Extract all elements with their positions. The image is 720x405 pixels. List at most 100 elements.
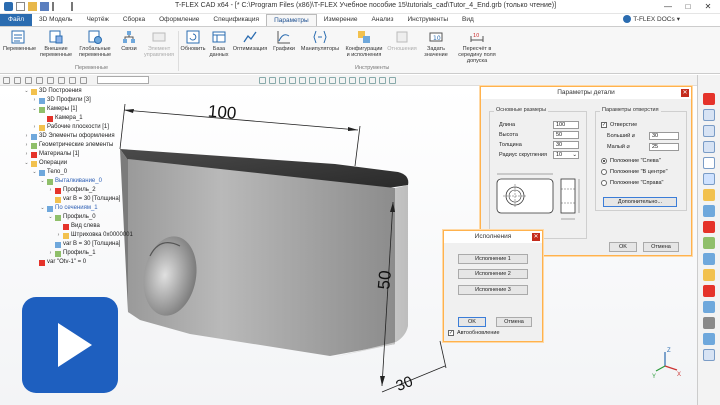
expand-arrow-icon[interactable] [56, 224, 61, 229]
height-input[interactable]: 50 [553, 131, 579, 139]
close-button[interactable]: ✕ [698, 0, 718, 14]
graphs-button[interactable]: Графики [272, 30, 296, 52]
close-icon[interactable]: ✕ [681, 89, 689, 97]
tree-node[interactable]: ⌄ Выталкивание_0 [40, 177, 102, 186]
section-icon[interactable] [349, 76, 356, 84]
tree-filter-combo[interactable] [97, 76, 149, 84]
execution-2-button[interactable]: Исполнение 2 [458, 269, 528, 279]
zoom-fit-icon[interactable] [703, 141, 715, 153]
tab-view[interactable]: Вид [455, 14, 481, 26]
fillet-radius-select[interactable]: 10 ⌄ [553, 151, 579, 159]
layers-icon[interactable] [703, 237, 715, 249]
play-button[interactable] [22, 297, 118, 393]
position-center-radio[interactable] [601, 169, 607, 175]
tree-node[interactable]: › 3D Элементы оформления [24, 132, 115, 141]
tab-assembly[interactable]: Сборка [116, 14, 152, 26]
length-input[interactable]: 100 [553, 121, 579, 129]
tree-refresh-icon[interactable] [58, 76, 65, 84]
execution-1-button[interactable]: Исполнение 1 [458, 254, 528, 264]
refresh-button[interactable]: Обновить [180, 30, 206, 52]
control-element-button[interactable]: Элемент управления [144, 30, 174, 58]
measure-icon[interactable] [703, 189, 715, 201]
external-variables-button[interactable]: Внешние переменные [40, 30, 72, 58]
tree-node[interactable]: var B = 30 [Толщина] [48, 195, 120, 204]
links-button[interactable]: Связи [118, 30, 140, 52]
auto-update-checkbox[interactable]: ✓ [448, 330, 454, 336]
tolerance-recalc-button[interactable]: 10 Пересчёт в середину поля допуска [452, 30, 502, 64]
back-arrow-icon[interactable] [36, 76, 43, 84]
tree-node[interactable]: ⌄ По сечениям_1 [40, 204, 98, 213]
tab-drawing[interactable]: Чертёж [79, 14, 115, 26]
expand-arrow-icon[interactable]: › [32, 98, 37, 103]
tab-file[interactable]: Файл [0, 14, 32, 26]
manipulators-button[interactable]: Манипуляторы [298, 30, 342, 52]
execution-3-button[interactable]: Исполнение 3 [458, 285, 528, 295]
ok-button[interactable]: OK [458, 317, 486, 327]
tree-node[interactable]: › Геометрические элементы [24, 141, 113, 150]
tree-node[interactable]: Вид слева [56, 222, 100, 231]
hole-checkbox[interactable]: ✓ [601, 122, 607, 128]
select-tool-icon[interactable] [259, 76, 266, 84]
forward-arrow-icon[interactable] [47, 76, 54, 84]
surface-icon[interactable] [703, 333, 715, 345]
cancel-button[interactable]: Отмена [496, 317, 532, 327]
tree-filter-icon[interactable] [3, 76, 10, 84]
expand-arrow-icon[interactable] [32, 260, 37, 265]
cancel-button[interactable]: Отмена [643, 242, 679, 252]
view-top-icon[interactable] [279, 76, 286, 84]
tree-home-icon[interactable] [25, 76, 32, 84]
tab-3d-model[interactable]: 3D Модель [32, 14, 79, 26]
tree-expand-icon[interactable] [69, 76, 76, 84]
close-icon[interactable]: ✕ [532, 233, 540, 241]
expand-arrow-icon[interactable] [48, 242, 53, 247]
collapse-arrow-icon[interactable]: ⌄ [40, 179, 45, 184]
tree-node[interactable]: ⌄ Операции [24, 159, 67, 168]
big-diameter-input[interactable]: 30 [649, 132, 679, 140]
expand-arrow-icon[interactable]: › [24, 152, 29, 157]
rotate-icon[interactable] [703, 173, 715, 185]
expand-arrow-icon[interactable]: › [48, 188, 53, 193]
collapse-arrow-icon[interactable]: ⌄ [48, 215, 53, 220]
position-right-radio[interactable] [601, 180, 607, 186]
hidden-lines-icon[interactable] [339, 76, 346, 84]
tab-specification[interactable]: Спецификация [206, 14, 266, 26]
constraint-icon[interactable] [703, 221, 715, 233]
tree-settings-icon[interactable] [14, 76, 21, 84]
expand-arrow-icon[interactable]: › [24, 134, 29, 139]
set-value-button[interactable]: 10 Задать значение [422, 30, 450, 58]
folder-icon[interactable] [703, 269, 715, 281]
light-icon[interactable] [379, 76, 386, 84]
properties-icon[interactable] [703, 349, 715, 361]
tab-analysis[interactable]: Анализ [365, 14, 401, 26]
tab-parameters[interactable]: Параметры [266, 14, 317, 26]
undo-icon[interactable] [52, 2, 61, 11]
tree-node[interactable]: › Материалы [1] [24, 150, 79, 159]
zoom-out-icon[interactable] [703, 125, 715, 137]
configurations-button[interactable]: Конфигурации и исполнения [344, 30, 384, 58]
tflex-docs-link[interactable]: T-FLEX DOCs ▾ [623, 15, 680, 23]
body-icon[interactable] [703, 253, 715, 265]
tree-node[interactable]: ⌄ Тело_0 [32, 168, 67, 177]
global-variables-button[interactable]: Глобальные переменные [78, 30, 112, 58]
relations-button[interactable]: Отношения [386, 30, 418, 52]
tree-node[interactable]: › 3D Профили [3] [32, 96, 91, 105]
view-left-icon[interactable] [289, 76, 296, 84]
view-front-icon[interactable] [269, 76, 276, 84]
small-diameter-input[interactable]: 25 [649, 143, 679, 151]
collapse-arrow-icon[interactable]: ⌄ [40, 206, 45, 211]
tree-node[interactable]: › Рабочие плоскости [1] [32, 123, 109, 132]
tree-node[interactable]: ⌄ Профиль_0 [48, 213, 96, 222]
expand-arrow-icon[interactable]: › [24, 143, 29, 148]
magnet-icon[interactable] [703, 93, 715, 105]
optimization-button[interactable]: Оптимизация [232, 30, 268, 52]
zoom-in-icon[interactable] [703, 109, 715, 121]
tree-node[interactable]: ⌄ Камеры [1] [32, 105, 77, 114]
pan-icon[interactable] [703, 157, 715, 169]
flag-icon[interactable] [703, 285, 715, 297]
tree-node[interactable]: var B = 30 [Толщина] [48, 240, 120, 249]
shaded-icon[interactable] [319, 76, 326, 84]
tree-options-icon[interactable] [80, 76, 87, 84]
database-button[interactable]: База данных [208, 30, 230, 58]
sketch-icon[interactable] [703, 317, 715, 329]
tab-tools[interactable]: Инструменты [400, 14, 455, 26]
